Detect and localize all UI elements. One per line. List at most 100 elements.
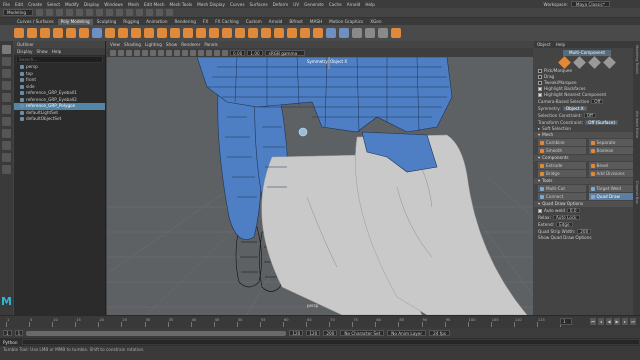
insert-loop-icon[interactable] — [313, 28, 323, 38]
poly-cone-icon[interactable] — [53, 28, 63, 38]
current-frame-field[interactable]: 1 — [560, 318, 572, 325]
camera-attr-icon[interactable] — [118, 49, 124, 56]
auto-weld-checkbox[interactable] — [538, 208, 542, 213]
range-bar[interactable] — [26, 330, 287, 336]
target-weld-button[interactable]: Target Weld — [588, 185, 636, 192]
wireframe-on-shaded-icon[interactable] — [182, 49, 188, 56]
menu-mesh[interactable]: Mesh — [128, 2, 139, 7]
menu-modify[interactable]: Modify — [65, 2, 79, 7]
range-end2-field[interactable]: 200 — [323, 330, 338, 336]
smooth-shade-icon[interactable] — [174, 49, 180, 56]
exposure-field[interactable]: 0.00 — [230, 49, 246, 56]
quad-draw-button[interactable]: Quad Draw — [588, 193, 636, 200]
select-hierarchy-icon[interactable] — [86, 9, 93, 16]
boolean-icon[interactable] — [157, 28, 167, 38]
shelf-tab-mash[interactable]: MASH — [307, 19, 325, 25]
face-mode-icon[interactable] — [603, 56, 616, 69]
checkbox[interactable] — [538, 69, 542, 73]
quad-draw-icon[interactable] — [391, 28, 401, 38]
range-end-field[interactable]: 120 — [306, 330, 321, 336]
vertex-mode-icon[interactable] — [573, 56, 586, 69]
character-set-select[interactable]: No Character Set — [340, 330, 385, 336]
colorspace-select[interactable]: sRGB gamma — [264, 49, 305, 56]
connect-button[interactable]: Connect — [538, 193, 586, 200]
poly-cube-icon[interactable] — [27, 28, 37, 38]
auto-uv-icon[interactable] — [339, 28, 349, 38]
menu-display[interactable]: Display — [84, 2, 99, 7]
layout-graph-icon[interactable] — [2, 165, 11, 174]
edge-mode-icon[interactable] — [588, 56, 601, 69]
reduce-icon[interactable] — [183, 28, 193, 38]
layout-single-icon[interactable] — [2, 129, 11, 138]
outliner-menu-show[interactable]: Show — [36, 48, 47, 55]
menu-windows[interactable]: Windows — [104, 2, 123, 7]
symmetry-select[interactable]: Object X — [562, 106, 587, 111]
combine-button[interactable]: Combine — [538, 139, 586, 146]
lasso-tool-icon[interactable] — [2, 57, 11, 66]
poly-sphere-icon[interactable] — [14, 28, 24, 38]
bookmark-icon[interactable] — [126, 49, 132, 56]
menu-edit[interactable]: Edit — [15, 2, 23, 7]
scale-tool-icon[interactable] — [2, 105, 11, 114]
extend-select[interactable]: Edge — [556, 222, 573, 227]
bridge-button[interactable]: Bridge — [538, 170, 586, 177]
menu-mesh-tools[interactable]: Mesh Tools — [170, 2, 193, 7]
footer-row[interactable]: Show Quad Draw Options — [534, 235, 640, 241]
menu-deform[interactable]: Deform — [273, 2, 289, 7]
command-input[interactable] — [21, 339, 640, 345]
go-end-icon[interactable]: ⏭ — [630, 318, 636, 325]
side-tab-attribute-editor[interactable]: Attribute Editor — [635, 111, 639, 139]
fill-hole-icon[interactable] — [261, 28, 271, 38]
planar-uv-icon[interactable] — [326, 28, 336, 38]
uv-editor-icon[interactable] — [352, 28, 362, 38]
film-gate-icon[interactable] — [150, 49, 156, 56]
selection-constraint-select[interactable]: Off — [583, 113, 596, 118]
shelf-tab-bifrost[interactable]: Bifrost — [286, 19, 306, 25]
menu-help[interactable]: Help — [365, 2, 375, 7]
extract-icon[interactable] — [144, 28, 154, 38]
multi-cut-button[interactable]: Multi-Cut — [538, 185, 586, 192]
menu-set-select[interactable]: Modeling — [3, 9, 33, 16]
menu-generate[interactable]: Generate — [304, 2, 324, 7]
super-shape-icon[interactable] — [105, 28, 115, 38]
vp-menu-renderer[interactable]: Renderer — [181, 42, 200, 47]
relax-select[interactable]: Auto Lock — [552, 215, 580, 220]
mirror-icon[interactable] — [196, 28, 206, 38]
soft-normals-icon[interactable] — [365, 28, 375, 38]
range-inner-start-field[interactable]: 1 — [14, 330, 24, 336]
undo-icon[interactable] — [66, 9, 73, 16]
snap-curve-icon[interactable] — [126, 9, 133, 16]
auto-weld-field[interactable]: 0.0 — [566, 208, 580, 213]
boolean-button[interactable]: Boolean — [588, 147, 636, 154]
outliner-item[interactable]: defaultObjectSet — [14, 116, 105, 123]
step-forward-icon[interactable]: ▸ — [622, 318, 628, 325]
paint-select-icon[interactable] — [2, 69, 11, 78]
bevel-icon[interactable] — [235, 28, 245, 38]
menu-curves[interactable]: Curves — [230, 2, 245, 7]
poly-plane-icon[interactable] — [79, 28, 89, 38]
shelf-tab-custom[interactable]: Custom — [243, 19, 265, 25]
select-component-icon[interactable] — [106, 9, 113, 16]
menu-edit-mesh[interactable]: Edit Mesh — [144, 2, 164, 7]
add-divisions-button[interactable]: Add Divisions — [588, 170, 636, 177]
select-object-icon[interactable] — [96, 9, 103, 16]
vp-menu-panels[interactable]: Panels — [204, 42, 217, 47]
append-icon[interactable] — [248, 28, 258, 38]
vp-menu-show[interactable]: Show — [166, 42, 177, 47]
shelf-tab-rigging[interactable]: Rigging — [120, 19, 142, 25]
ipr-render-icon[interactable] — [156, 9, 163, 16]
checkbox[interactable] — [538, 75, 542, 79]
rotate-tool-icon[interactable] — [2, 93, 11, 102]
layout-outliner-icon[interactable] — [2, 153, 11, 162]
shelf-tab-motion-graphics[interactable]: Motion Graphics — [326, 19, 366, 25]
extrude-icon[interactable] — [209, 28, 219, 38]
camera-select-icon[interactable] — [110, 49, 116, 56]
extrude-button[interactable]: Extrude — [538, 162, 586, 169]
go-start-icon[interactable]: ⏮ — [590, 318, 596, 325]
fps-select[interactable]: 24 fps — [429, 330, 451, 336]
camera-based-toggle[interactable]: Off — [591, 99, 604, 104]
textured-icon[interactable] — [190, 49, 196, 56]
lights-icon[interactable] — [198, 49, 204, 56]
checkbox-checked[interactable] — [538, 93, 542, 97]
play-forward-icon[interactable]: ▶ — [614, 318, 620, 325]
